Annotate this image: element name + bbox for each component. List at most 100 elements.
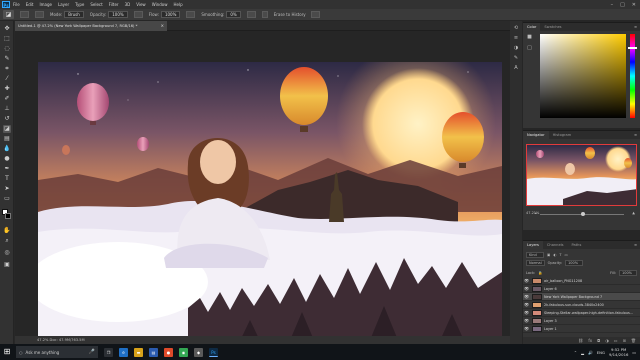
marquee-tool-icon[interactable]: ⬚ — [3, 35, 11, 43]
filter-pixel-icon[interactable]: ▣ — [547, 253, 550, 257]
pressure-opacity-icon[interactable] — [133, 11, 143, 18]
move-tool-icon[interactable]: ✥ — [3, 25, 11, 33]
cortana-search-box[interactable]: ○ Ask me anything 🎤 — [16, 346, 98, 358]
layer-row[interactable]: 👁 Layer 3 — [523, 317, 640, 325]
blend-mode-select[interactable]: Normal — [526, 260, 545, 266]
menu-filter[interactable]: Filter — [109, 2, 119, 7]
notifications-icon[interactable]: ▭ — [632, 350, 636, 355]
volume-icon[interactable]: 🔊 — [588, 350, 593, 355]
menu-3d[interactable]: 3D — [125, 2, 131, 7]
properties-panel-icon[interactable]: ≡ — [512, 35, 520, 42]
close-document-icon[interactable]: × — [161, 21, 164, 31]
airbrush-icon[interactable] — [186, 11, 196, 18]
mode-select[interactable]: Brush — [64, 11, 84, 18]
menu-image[interactable]: Image — [39, 2, 52, 7]
blur-tool-icon[interactable]: 💧 — [3, 145, 11, 153]
layer-filter-kind-select[interactable]: Kind — [526, 252, 544, 258]
hand-tool-icon[interactable]: ✋ — [3, 227, 11, 235]
tab-swatches[interactable]: Swatches — [540, 23, 565, 31]
path-select-tool-icon[interactable]: ➤ — [3, 185, 11, 193]
menu-layer[interactable]: Layer — [58, 2, 69, 7]
filter-adjustment-icon[interactable]: ◐ — [553, 253, 556, 257]
lock-icon[interactable]: 🔒 — [538, 271, 542, 275]
navigator-zoom-value[interactable]: 47.21% — [526, 211, 539, 215]
menu-help[interactable]: Help — [173, 2, 182, 7]
smoothing-settings-icon[interactable] — [246, 11, 256, 18]
layer-row[interactable]: 👁 Layer 6 — [523, 285, 640, 293]
store-icon[interactable]: ▤ — [149, 347, 158, 357]
adjustment-layer-icon[interactable]: ◑ — [605, 337, 609, 344]
document-canvas[interactable] — [38, 62, 502, 345]
character-panel-icon[interactable]: A — [512, 65, 520, 72]
tab-channels[interactable]: Channels — [543, 241, 568, 249]
brush-settings-icon[interactable] — [35, 11, 44, 18]
link-layers-icon[interactable]: ⛓ — [578, 337, 583, 344]
panel-menu-icon[interactable]: ≡ — [634, 131, 640, 139]
history-panel-icon[interactable]: ⟲ — [512, 25, 520, 32]
layer-style-icon[interactable]: fx — [588, 337, 592, 344]
lasso-tool-icon[interactable]: ◌ — [3, 45, 11, 53]
tab-layers[interactable]: Layers — [523, 241, 543, 249]
microphone-icon[interactable]: 🎤 — [89, 349, 95, 355]
windows-start-icon[interactable]: ⊞ — [0, 344, 14, 360]
eyedropper-tool-icon[interactable]: ⁄ — [3, 75, 11, 83]
tab-color[interactable]: Color — [523, 23, 541, 31]
eraser-tool-preset-icon[interactable]: ◪ — [3, 10, 14, 19]
brush-tool-icon[interactable]: ✐ — [3, 95, 11, 103]
panel-menu-icon[interactable]: ≡ — [634, 23, 640, 31]
task-view-icon[interactable]: ❐ — [104, 347, 113, 357]
document-tab[interactable]: Untitled-1 @ 47.2% (New York Wallpaper B… — [15, 21, 167, 31]
pressure-size-icon[interactable] — [310, 11, 320, 18]
add-mask-icon[interactable]: ◘ — [597, 337, 600, 344]
close-icon[interactable]: ✕ — [632, 2, 636, 8]
zoom-tool-icon[interactable]: ⌕ — [3, 237, 11, 245]
visibility-eye-icon[interactable]: 👁 — [523, 286, 530, 291]
zoom-slider-knob[interactable] — [581, 212, 585, 216]
fill-field[interactable]: 100% — [619, 270, 637, 276]
edge-browser-icon[interactable]: e — [119, 347, 128, 357]
history-brush-tool-icon[interactable]: ↺ — [3, 115, 11, 123]
menu-edit[interactable]: Edit — [26, 2, 34, 7]
layer-row[interactable]: 👁 Sleeping-Stellar-wallpaper-high-definit… — [523, 309, 640, 317]
screen-mode-icon[interactable]: ▣ — [3, 261, 11, 269]
visibility-eye-icon[interactable]: 👁 — [523, 326, 530, 331]
quick-select-tool-icon[interactable]: ✎ — [3, 55, 11, 63]
chrome-icon[interactable]: ◉ — [179, 347, 188, 357]
dodge-tool-icon[interactable]: ● — [3, 155, 11, 163]
new-group-icon[interactable]: ▭ — [614, 337, 618, 344]
app-icon[interactable]: ◆ — [194, 347, 203, 357]
maximize-icon[interactable]: □ — [620, 2, 625, 8]
panel-menu-icon[interactable]: ≡ — [634, 241, 640, 249]
visibility-eye-icon[interactable]: 👁 — [523, 278, 530, 283]
menu-select[interactable]: Select — [90, 2, 102, 7]
visibility-eye-icon[interactable]: 👁 — [523, 310, 530, 315]
crop-tool-icon[interactable]: ⌗ — [3, 65, 11, 73]
navigator-preview[interactable] — [526, 144, 637, 206]
brushes-panel-icon[interactable]: ✎ — [512, 55, 520, 62]
quick-mask-icon[interactable]: ◎ — [3, 249, 11, 257]
smoothing-field[interactable]: 0% — [226, 11, 241, 18]
hue-slider-marker[interactable] — [628, 47, 637, 49]
network-icon[interactable]: ▂ — [581, 350, 584, 355]
clone-stamp-tool-icon[interactable]: ⊥ — [3, 105, 11, 113]
delete-layer-icon[interactable]: 🗑 — [631, 337, 636, 344]
background-color-swatch[interactable] — [5, 213, 11, 219]
clock[interactable]: 9:52 PM 9/14/2016 — [609, 347, 628, 357]
new-layer-icon[interactable]: ⊞ — [623, 337, 626, 344]
type-tool-icon[interactable]: T — [3, 175, 11, 183]
pen-tool-icon[interactable]: ✒ — [3, 165, 11, 173]
layer-row[interactable]: 👁 New York Wallpaper Background 7 — [523, 293, 640, 301]
tray-chevron-icon[interactable]: ⌃ — [574, 350, 577, 355]
filter-type-icon[interactable]: T — [559, 253, 561, 257]
adjustments-panel-icon[interactable]: ◑ — [512, 45, 520, 52]
menu-view[interactable]: View — [136, 2, 146, 7]
visibility-eye-icon[interactable]: 👁 — [523, 318, 530, 323]
photoshop-taskbar-icon[interactable]: Ps — [209, 347, 218, 357]
tab-paths[interactable]: Paths — [568, 241, 586, 249]
color-picker-field[interactable] — [540, 34, 626, 118]
foreground-picker-icon[interactable]: ■ — [526, 34, 533, 41]
tab-histogram[interactable]: Histogram — [549, 131, 576, 139]
layer-row[interactable]: 👁 Layer 1 — [523, 325, 640, 333]
minimize-icon[interactable]: – — [611, 2, 614, 8]
zoom-in-icon[interactable]: ▲ — [632, 211, 635, 215]
